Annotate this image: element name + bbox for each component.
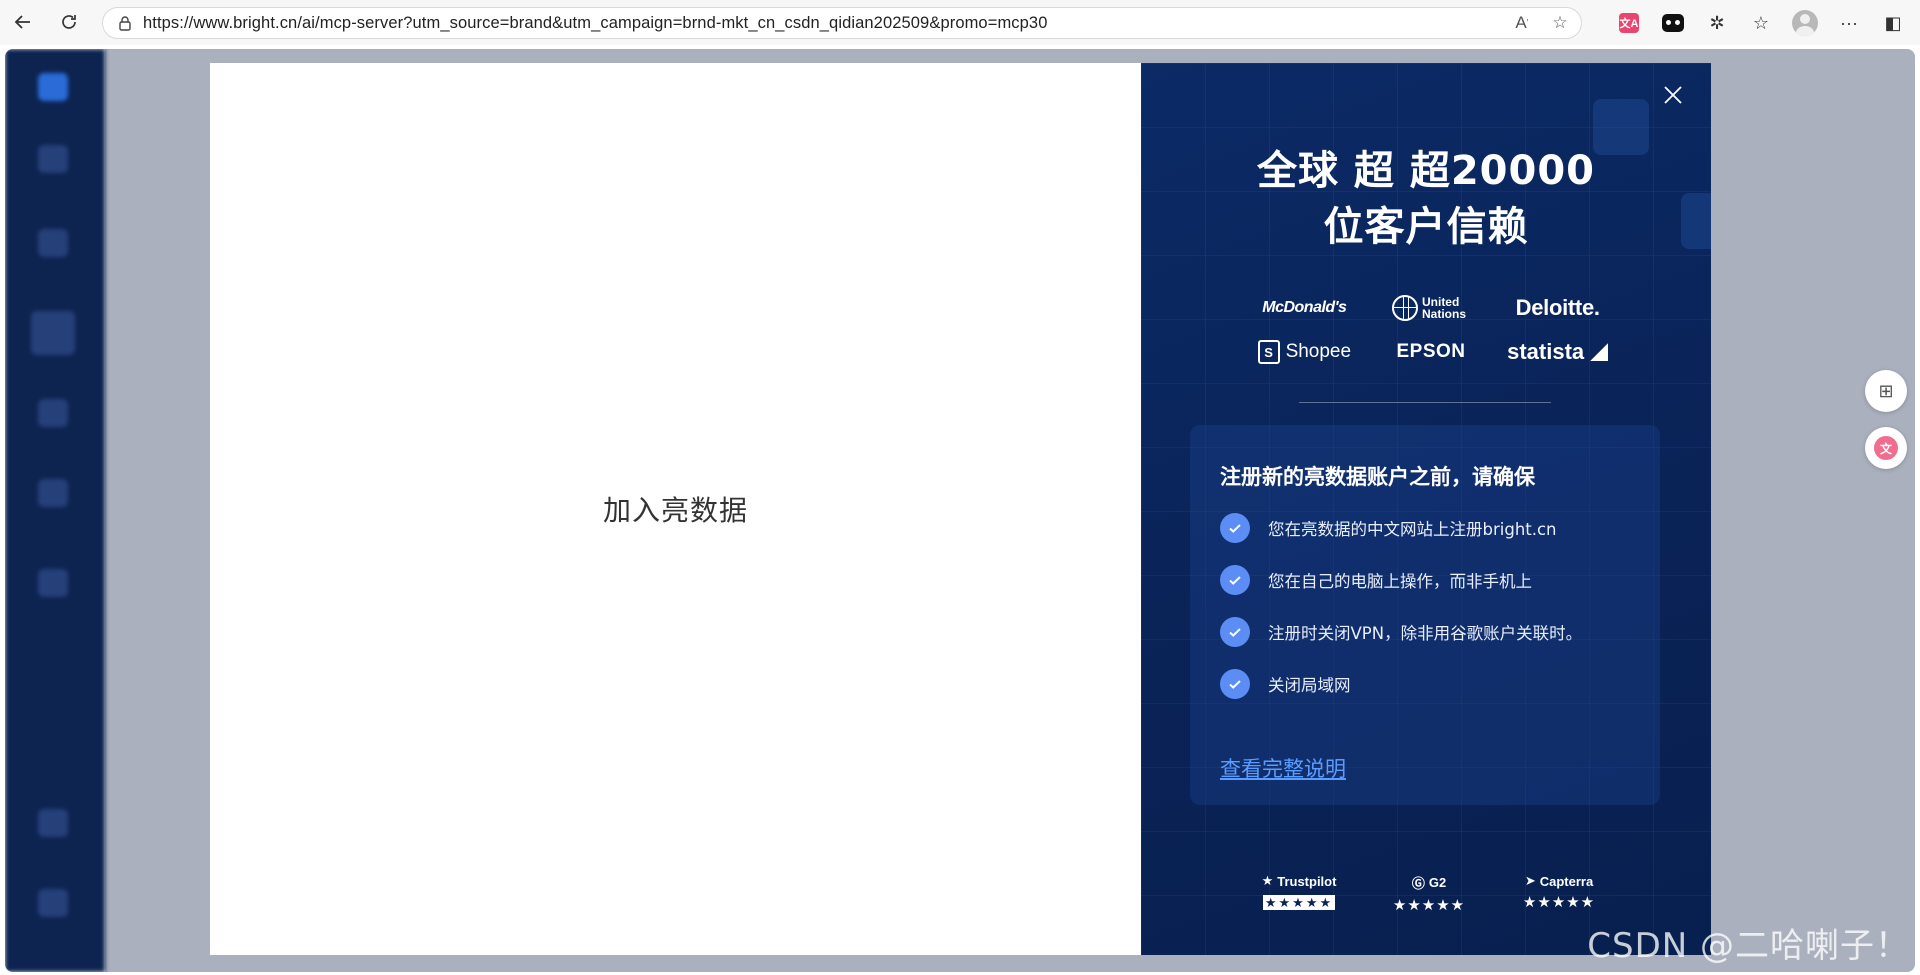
- headline-line1: 全球 超 超20000: [1256, 148, 1595, 194]
- sidebar-toggle-icon[interactable]: ◧: [1876, 6, 1910, 40]
- requirement-item: 关闭局域网: [1220, 669, 1351, 699]
- rail-item-icon: [38, 479, 68, 507]
- check-icon: [1220, 617, 1250, 647]
- rating-capterra: ➤ Capterra ★★★★★: [1509, 873, 1609, 913]
- shopee-bag-icon: S: [1257, 340, 1280, 364]
- trust-panel: 全球 超 超20000 位客户信赖 McDonald's United Nati…: [1141, 63, 1711, 955]
- statista-logo-text: statista: [1507, 339, 1585, 364]
- favorites-icon[interactable]: ☆: [1744, 6, 1778, 40]
- arrow-left-icon: [14, 15, 30, 29]
- address-bar[interactable]: https://www.bright.cn/ai/mcp-server?utm_…: [102, 7, 1582, 39]
- left-rail-blurred: [5, 49, 105, 972]
- full-instructions-link[interactable]: 查看完整说明: [1220, 753, 1346, 783]
- headline: 全球 超 超20000 位客户信赖: [1141, 143, 1711, 255]
- favorite-star-icon[interactable]: ☆: [1549, 12, 1571, 34]
- g2-logo-icon: Ⓖ: [1411, 876, 1425, 891]
- review-ratings: ★ Trustpilot ★★★★★ Ⓖ G2 ★★★★★ ➤ Capterra ★★…: [1249, 873, 1609, 913]
- card-title: 注册新的亮数据账户之前，请确保: [1220, 465, 1535, 489]
- rail-logo-icon: [38, 73, 68, 101]
- un-logo-text: United Nations: [1421, 295, 1466, 321]
- headline-line2: 位客户信赖: [1323, 204, 1529, 250]
- read-aloud-icon[interactable]: Aʼ: [1511, 12, 1533, 34]
- check-icon: [1220, 565, 1250, 595]
- rail-item-icon: [38, 399, 68, 427]
- requirement-text: 注册时关闭VPN，除非用谷歌账户关联时。: [1268, 624, 1583, 643]
- back-button[interactable]: [6, 5, 40, 39]
- rating-trustpilot: ★ Trustpilot ★★★★★: [1249, 873, 1349, 913]
- check-icon: [1220, 669, 1250, 699]
- requirement-item: 您在亮数据的中文网站上注册bright.cn: [1220, 513, 1557, 543]
- extensions-puzzle-icon[interactable]: ✲: [1700, 6, 1734, 40]
- capterra-arrow-icon: ➤: [1524, 873, 1536, 888]
- requirements-card: 注册新的亮数据账户之前，请确保 您在亮数据的中文网站上注册bright.cn 您…: [1190, 425, 1660, 805]
- refresh-icon: [62, 15, 76, 29]
- logo-shopee: S Shopee: [1241, 337, 1368, 367]
- check-icon: [1220, 513, 1250, 543]
- join-title: 加入亮数据: [602, 494, 748, 527]
- rail-item-icon: [38, 569, 68, 597]
- customer-logos: McDonald's United Nations Deloitte. S Sh…: [1241, 293, 1621, 367]
- more-menu-icon[interactable]: ···: [1832, 6, 1866, 40]
- rating-name: Capterra: [1539, 873, 1594, 889]
- rating-stars: ★★★★★: [1392, 897, 1466, 914]
- rating-g2: Ⓖ G2 ★★★★★: [1379, 873, 1479, 913]
- close-button[interactable]: [1657, 79, 1689, 111]
- profile-avatar[interactable]: [1788, 6, 1822, 40]
- url-text: https://www.bright.cn/ai/mcp-server?utm_…: [143, 13, 1048, 32]
- rating-stars: ★★★★★: [1522, 894, 1596, 911]
- lock-icon: [119, 16, 131, 31]
- divider: [1299, 402, 1551, 403]
- logo-deloitte: Deloitte.: [1515, 295, 1600, 320]
- rail-home-icon: [38, 145, 68, 173]
- side-translate-button[interactable]: 文: [1865, 427, 1907, 469]
- rail-item-icon: [31, 311, 75, 355]
- logo-epson: EPSON: [1396, 341, 1466, 362]
- incognito-extension-icon[interactable]: [1656, 6, 1690, 40]
- requirement-text: 关闭局域网: [1268, 676, 1351, 695]
- logo-united-nations: United Nations: [1368, 293, 1495, 323]
- rating-name: G2: [1428, 875, 1447, 890]
- rating-stars: ★★★★★: [1262, 895, 1336, 910]
- rail-item-icon: [38, 229, 68, 257]
- translate-icon: 文: [1874, 436, 1898, 460]
- close-icon: [1664, 86, 1682, 104]
- un-globe-icon: [1391, 295, 1418, 321]
- logo-mcdonalds: McDonald's: [1262, 299, 1347, 316]
- rail-item-icon: [38, 889, 68, 917]
- side-apps-button[interactable]: ⊞: [1865, 370, 1907, 412]
- requirement-item: 注册时关闭VPN，除非用谷歌账户关联时。: [1220, 617, 1582, 647]
- requirement-text: 您在亮数据的中文网站上注册bright.cn: [1268, 520, 1557, 539]
- csdn-watermark: CSDN @二哈喇子！: [1587, 926, 1910, 966]
- requirement-text: 您在自己的电脑上操作，而非手机上: [1268, 572, 1532, 591]
- requirement-item: 您在自己的电脑上操作，而非手机上: [1220, 565, 1532, 595]
- statista-mark-icon: [1590, 343, 1609, 361]
- refresh-button[interactable]: [52, 5, 86, 39]
- browser-toolbar: https://www.bright.cn/ai/mcp-server?utm_…: [0, 0, 1920, 45]
- logo-statista: statista: [1494, 337, 1621, 367]
- trustpilot-star-icon: ★: [1261, 873, 1274, 888]
- apps-grid-icon: ⊞: [1878, 380, 1894, 401]
- rail-item-icon: [38, 809, 68, 837]
- signup-panel: 加入亮数据: [210, 63, 1141, 955]
- rating-name: Trustpilot: [1277, 873, 1337, 889]
- translate-extension-icon[interactable]: 文A: [1612, 6, 1646, 40]
- shopee-logo-text: Shopee: [1285, 341, 1352, 362]
